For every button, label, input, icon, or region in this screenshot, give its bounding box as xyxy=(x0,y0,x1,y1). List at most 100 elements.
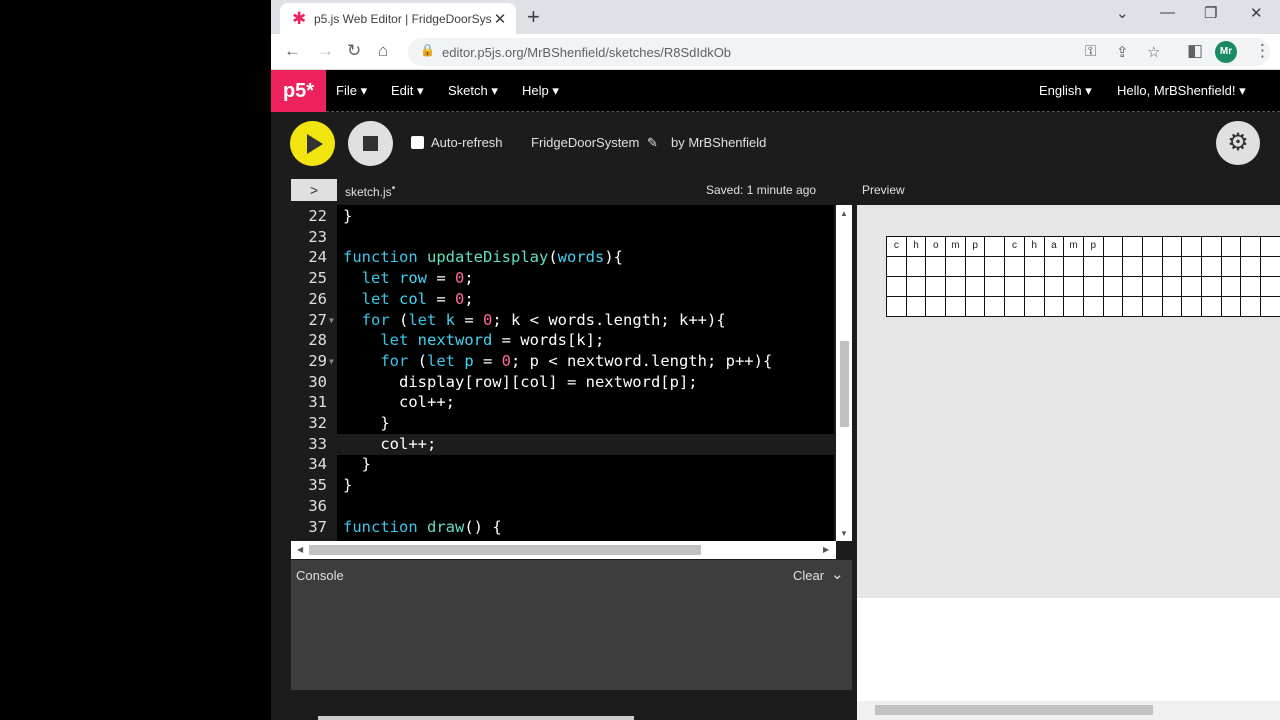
code-line[interactable]: 25 let row = 0; xyxy=(291,268,834,289)
close-tab-icon[interactable]: ✕ xyxy=(492,10,508,28)
code-line[interactable]: 24 function updateDisplay(words){ xyxy=(291,247,834,268)
lock-icon[interactable]: 🔒 xyxy=(420,43,435,57)
edit-pencil-icon[interactable]: ✎ xyxy=(647,135,658,151)
stop-button[interactable] xyxy=(348,121,393,166)
menu-edit[interactable]: Edit ▾ xyxy=(391,83,424,99)
share-icon[interactable]: ⇪ xyxy=(1116,43,1129,61)
code-line[interactable]: 31 col++; xyxy=(291,392,834,413)
profile-avatar[interactable]: Mr xyxy=(1215,41,1237,63)
grid-cell xyxy=(985,297,1006,317)
auto-refresh-checkbox[interactable] xyxy=(411,136,424,149)
console-clear-button[interactable]: Clear xyxy=(793,568,824,583)
code-token: let xyxy=(361,289,399,308)
file-tab[interactable]: sketch.js• xyxy=(345,183,395,199)
menu-sketch[interactable]: Sketch ▾ xyxy=(448,83,498,99)
code-line[interactable]: 30 display[row][col] = nextword[p]; xyxy=(291,372,834,393)
home-icon[interactable]: ⌂ xyxy=(378,41,388,61)
scroll-down-icon[interactable]: ▼ xyxy=(840,529,848,538)
code-line[interactable]: 22} xyxy=(291,206,834,227)
console-collapse-icon[interactable]: ⌄ xyxy=(831,565,844,583)
code-line[interactable]: 23 xyxy=(291,227,834,248)
editor-horizontal-scrollbar[interactable]: ◀ ▶ xyxy=(291,541,836,559)
sketch-author[interactable]: by MrBShenfield xyxy=(671,135,766,150)
page-scrollbar-thumb[interactable] xyxy=(318,716,634,720)
reload-icon[interactable]: ↻ xyxy=(347,41,361,61)
grid-cell xyxy=(1044,257,1065,277)
grid-cell xyxy=(1182,237,1202,257)
grid-cell xyxy=(887,257,907,277)
browser-tab[interactable]: ✱ p5.js Web Editor | FridgeDoorSys ✕ xyxy=(280,3,516,34)
scroll-up-icon[interactable]: ▲ xyxy=(840,209,848,218)
scroll-right-icon[interactable]: ▶ xyxy=(823,545,829,554)
preview-label: Preview xyxy=(862,183,905,197)
fold-arrow-icon[interactable]: ▼ xyxy=(329,310,334,331)
code-token: } xyxy=(343,207,353,225)
editor-vertical-scrollbar[interactable]: ▲ ▼ xyxy=(836,205,852,541)
sketch-name[interactable]: FridgeDoorSystem xyxy=(531,135,639,150)
back-icon[interactable]: ← xyxy=(284,41,301,61)
grid-cell xyxy=(985,277,1006,297)
p5-logo[interactable]: p5* xyxy=(271,70,326,112)
grid-cell xyxy=(1162,257,1183,277)
menu-file[interactable]: File ▾ xyxy=(336,83,367,99)
settings-gear-icon[interactable]: ⚙ xyxy=(1216,121,1260,165)
url-text[interactable]: editor.p5js.org/MrBShenfield/sketches/R8… xyxy=(442,45,731,60)
grid-cell xyxy=(926,277,947,297)
play-button[interactable] xyxy=(290,121,335,166)
menu-help[interactable]: Help ▾ xyxy=(522,83,559,99)
code-editor[interactable]: 22} 23 24 function updateDisplay(words){25 … xyxy=(291,205,834,541)
editor-vscroll-thumb[interactable] xyxy=(840,341,849,427)
code-token: } xyxy=(343,476,353,495)
code-line[interactable]: 33 col++; xyxy=(291,433,834,455)
code-line[interactable]: 26 let col = 0; xyxy=(291,289,834,310)
grid-cell xyxy=(887,297,907,317)
code-token: let xyxy=(361,269,399,288)
code-line[interactable]: 34 } xyxy=(291,454,834,475)
grid-cell xyxy=(1202,257,1222,277)
grid-cell xyxy=(1162,277,1183,297)
preview-canvas[interactable]: chompchamp xyxy=(857,205,1280,598)
preview-hscroll-thumb[interactable] xyxy=(875,705,1153,715)
code-line[interactable]: 28 let nextword = words[k]; xyxy=(291,330,834,351)
grid-cell xyxy=(1123,297,1143,317)
grid-cell xyxy=(1024,277,1045,297)
code-token: ; k < words.length; k++){ xyxy=(492,310,726,329)
console-title: Console xyxy=(296,568,344,583)
scroll-left-icon[interactable]: ◀ xyxy=(297,545,303,554)
grid-cell xyxy=(1221,257,1242,277)
code-token: col++; xyxy=(343,434,437,453)
side-panel-icon[interactable]: ◧ xyxy=(1187,41,1203,61)
restore-icon[interactable]: ❐ xyxy=(1204,4,1217,22)
code-line[interactable]: 27 for (let k = 0; k < words.length; k++… xyxy=(291,310,834,331)
minimize-icon[interactable]: — xyxy=(1160,4,1175,21)
editor-header: > sketch.js• Saved: 1 minute ago Preview xyxy=(271,175,1280,205)
tab-search-icon[interactable]: ⌄ xyxy=(1116,4,1129,22)
code-line[interactable]: 36 xyxy=(291,496,834,517)
bookmark-star-icon[interactable]: ☆ xyxy=(1147,43,1160,61)
new-tab-icon[interactable]: + xyxy=(527,5,540,29)
user-menu[interactable]: Hello, MrBShenfield! ▾ xyxy=(1117,83,1246,99)
close-window-icon[interactable]: ✕ xyxy=(1250,4,1263,22)
language-menu[interactable]: English ▾ xyxy=(1039,83,1092,99)
grid-cell xyxy=(1182,297,1202,317)
code-line[interactable]: 29 for (let p = 0; p < nextword.length; … xyxy=(291,351,834,372)
editor-hscroll-thumb[interactable] xyxy=(309,545,701,555)
code-line[interactable]: 37 function draw() { xyxy=(291,517,834,538)
grid-cell xyxy=(906,297,927,317)
grid-cell xyxy=(1142,297,1163,317)
password-key-icon[interactable]: ⚿ xyxy=(1085,43,1096,60)
preview-horizontal-scrollbar[interactable] xyxy=(857,701,1280,720)
code-token: draw xyxy=(427,517,465,536)
grid-cell xyxy=(1123,277,1143,297)
code-token: = xyxy=(427,269,455,288)
kebab-menu-icon[interactable]: ⋮ xyxy=(1254,41,1271,61)
line-number: 28 xyxy=(308,331,327,350)
code-line[interactable]: 35} xyxy=(291,475,834,496)
fold-arrow-icon[interactable]: ▼ xyxy=(329,351,334,372)
grid-cell xyxy=(1103,257,1124,277)
forward-icon[interactable]: → xyxy=(317,41,334,61)
address-bar[interactable]: 🔒 editor.p5js.org/MrBShenfield/sketches/… xyxy=(408,38,1270,66)
code-line[interactable]: 32 } xyxy=(291,413,834,434)
sidebar-toggle-button[interactable]: > xyxy=(291,179,337,201)
